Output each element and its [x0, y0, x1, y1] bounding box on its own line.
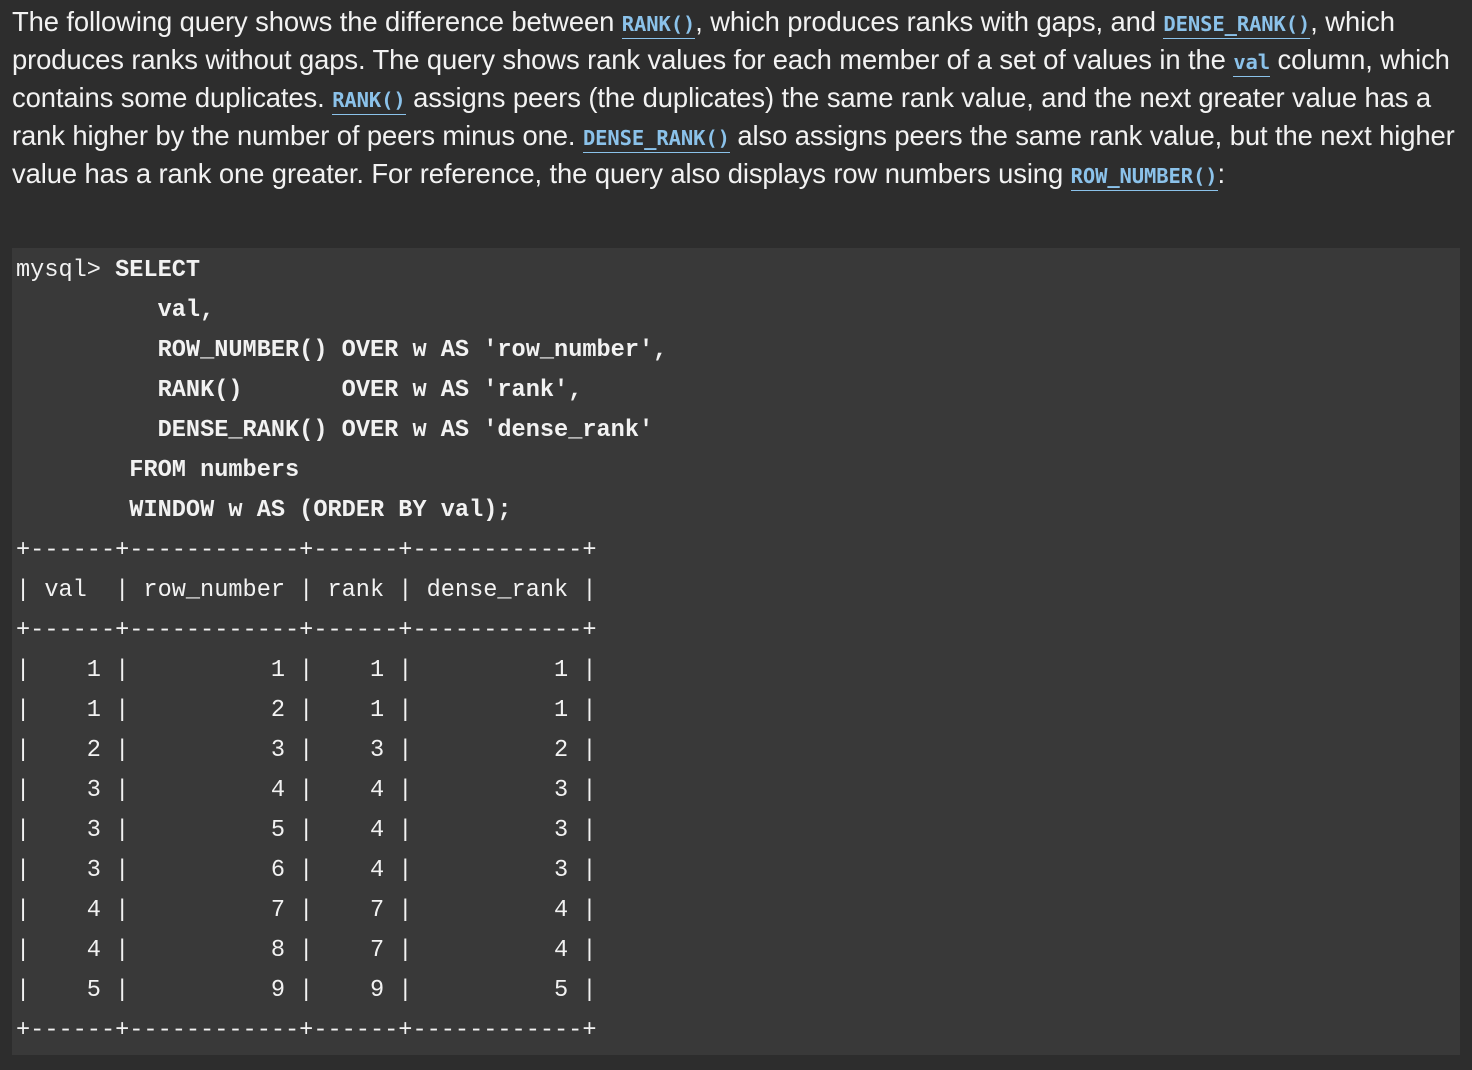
dense-rank-function-link[interactable]: DENSE_RANK(): [1163, 12, 1310, 39]
sql-line: WINDOW w AS (ORDER BY val);: [129, 497, 512, 524]
result-row: | 5 | 9 | 9 | 5 |: [16, 977, 597, 1004]
result-border: +------+------------+------+------------…: [16, 537, 597, 564]
sql-line: DENSE_RANK() OVER w AS 'dense_rank': [157, 417, 654, 444]
sql-line: SELECT: [115, 257, 201, 284]
sql-example: mysql> SELECT val, ROW_NUMBER() OVER w A…: [16, 251, 667, 1051]
sql-line: FROM numbers: [129, 457, 300, 484]
rank-function-link[interactable]: RANK(): [621, 12, 695, 39]
result-row: | 4 | 8 | 7 | 4 |: [16, 937, 597, 964]
para-text: :: [1217, 158, 1226, 189]
result-row: | 1 | 2 | 1 | 1 |: [16, 697, 597, 724]
result-border: +------+------------+------+------------…: [16, 617, 597, 644]
result-row: | 3 | 4 | 4 | 3 |: [16, 777, 597, 804]
para-text: The following query shows the difference…: [12, 6, 622, 37]
sql-line: val,: [157, 297, 215, 324]
rank-function-link[interactable]: RANK(): [332, 88, 406, 115]
result-row: | 2 | 3 | 3 | 2 |: [16, 737, 597, 764]
result-row: | 1 | 1 | 1 | 1 |: [16, 657, 597, 684]
mysql-prompt: mysql>: [16, 257, 116, 284]
intro-paragraph: The following query shows the difference…: [12, 4, 1464, 194]
para-text: , which produces ranks with gaps, and: [695, 6, 1164, 37]
result-row: | 3 | 5 | 4 | 3 |: [16, 817, 597, 844]
row-number-function-link[interactable]: ROW_NUMBER(): [1070, 164, 1218, 191]
code-block[interactable]: mysql> SELECT val, ROW_NUMBER() OVER w A…: [12, 248, 1460, 1055]
result-row: | 3 | 6 | 4 | 3 |: [16, 857, 597, 884]
sql-line: ROW_NUMBER() OVER w AS 'row_number',: [157, 337, 668, 364]
dense-rank-function-link[interactable]: DENSE_RANK(): [582, 126, 730, 153]
result-row: | 4 | 7 | 7 | 4 |: [16, 897, 597, 924]
val-column-code: val: [1233, 50, 1270, 77]
result-header: | val | row_number | rank | dense_rank |: [16, 577, 597, 604]
result-border: +------+------------+------+------------…: [16, 1017, 597, 1044]
sql-line: RANK() OVER w AS 'rank',: [157, 377, 583, 404]
